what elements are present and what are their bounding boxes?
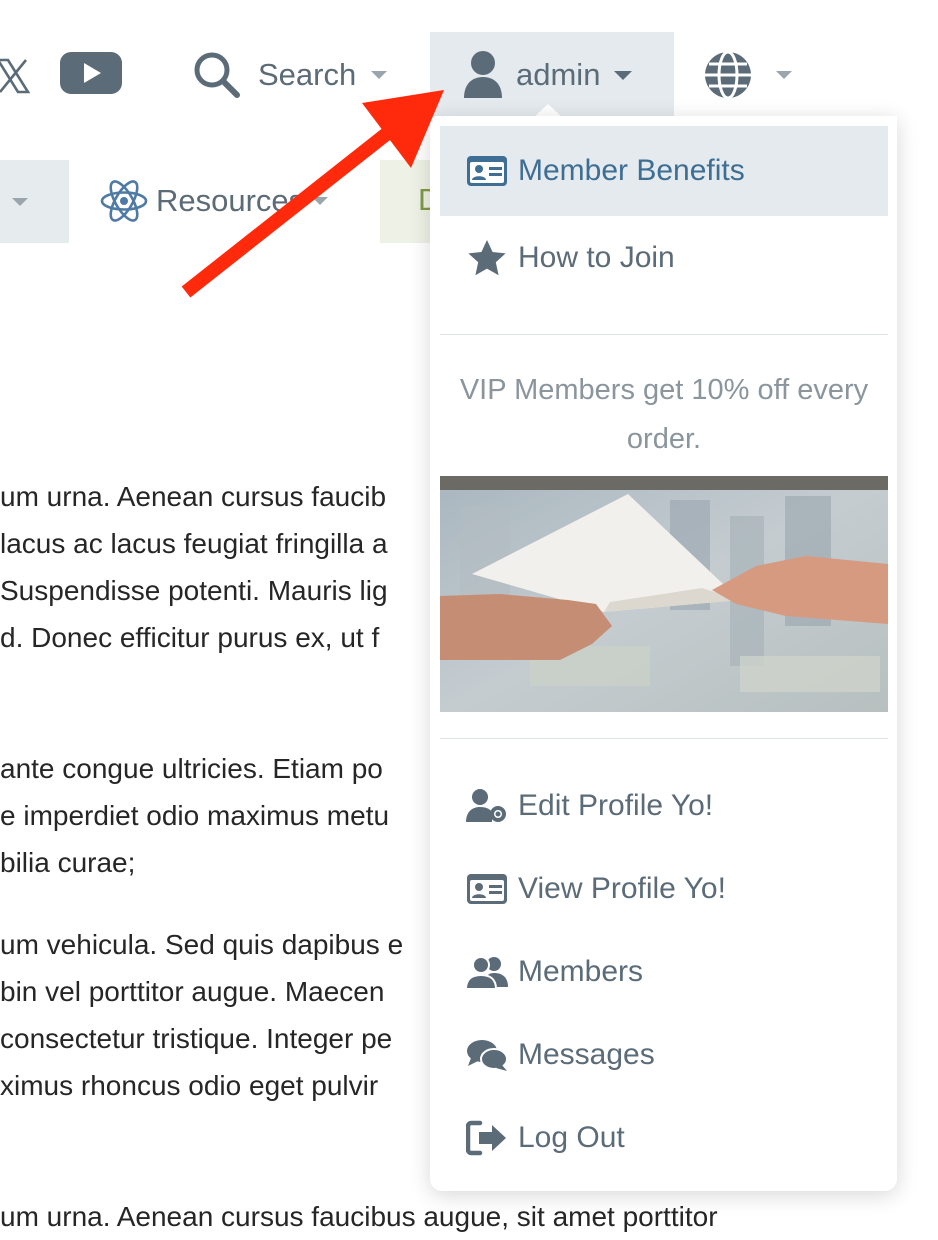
menu-item-members[interactable]: Members — [440, 932, 888, 1012]
menu-divider — [440, 334, 888, 335]
text-line: e imperdiet odio maximus metu — [0, 800, 390, 831]
text-line: consectetur tristique. Integer pe — [0, 1023, 393, 1054]
nav-item-resources[interactable]: Resources — [100, 176, 329, 226]
users-icon — [466, 952, 508, 992]
user-gear-icon — [466, 786, 508, 826]
caret-down-icon — [614, 70, 633, 80]
youtube-icon[interactable] — [60, 52, 122, 94]
text-line: um urna. Aenean cursus faucibus augue, s… — [0, 1201, 718, 1232]
menu-item-member-benefits[interactable]: Member Benefits — [440, 126, 888, 216]
text-line: ante congue ultricies. Etiam po — [0, 753, 383, 784]
text-line: d. Donec efficitur purus ex, ut f — [0, 622, 380, 653]
search-menu[interactable]: Search — [192, 50, 388, 100]
caret-down-icon — [776, 71, 792, 79]
paragraph: um vehicula. Sed quis dapibus e bin vel … — [0, 921, 403, 1109]
top-navbar: Search admin — [0, 0, 938, 120]
caret-down-icon — [312, 197, 329, 205]
star-icon — [466, 238, 508, 278]
id-card-icon — [466, 151, 508, 191]
x-icon[interactable] — [0, 58, 31, 94]
search-icon — [192, 50, 242, 100]
id-card-icon — [466, 869, 508, 909]
menu-item-log-out[interactable]: Log Out — [440, 1098, 888, 1178]
menu-item-label: Edit Profile Yo! — [518, 789, 714, 822]
user-dropdown-menu: Member Benefits How to Join VIP Members … — [430, 116, 897, 1191]
menu-item-messages[interactable]: Messages — [440, 1015, 888, 1095]
paragraph: um urna. Aenean cursus faucib lacus ac l… — [0, 473, 388, 661]
text-line: lacus ac lacus feugiat fringilla a — [0, 528, 388, 559]
menu-item-label: How to Join — [518, 241, 675, 274]
menu-item-label: Log Out — [518, 1121, 625, 1154]
user-icon — [462, 50, 504, 100]
promo-text: VIP Members get 10% off every order. — [459, 374, 869, 455]
menu-item-label: Member Benefits — [518, 154, 745, 187]
menu-item-label: View Profile Yo! — [518, 872, 726, 905]
paragraph: ante congue ultricies. Etiam po e imperd… — [0, 745, 389, 886]
nav-item-resources-label: Resources — [156, 183, 305, 218]
search-label: Search — [258, 57, 357, 92]
language-menu[interactable] — [702, 48, 802, 102]
caret-down-icon — [12, 198, 28, 206]
sign-out-icon — [466, 1118, 508, 1158]
text-line: bin vel porttitor augue. Maecen — [0, 976, 385, 1007]
caret-down-icon — [371, 71, 388, 79]
atom-icon — [100, 177, 148, 225]
text-line: um urna. Aenean cursus faucib — [0, 481, 387, 512]
menu-divider — [440, 738, 888, 739]
menu-item-view-profile[interactable]: View Profile Yo! — [440, 849, 888, 929]
user-label: admin — [516, 57, 601, 92]
menu-item-edit-profile[interactable]: Edit Profile Yo! — [440, 766, 888, 846]
globe-icon — [702, 49, 754, 101]
text-line: bilia curae; — [0, 847, 136, 878]
menu-item-how-to-join[interactable]: How to Join — [440, 216, 888, 300]
menu-item-label: Members — [518, 955, 644, 988]
text-line: Suspendisse potenti. Mauris lig — [0, 575, 388, 606]
promo-image — [440, 476, 888, 712]
text-line: ximus rhoncus odio eget pulvir — [0, 1070, 379, 1101]
menu-item-label: Messages — [518, 1038, 655, 1071]
paragraph: um urna. Aenean cursus faucibus augue, s… — [0, 1193, 718, 1240]
text-line: um vehicula. Sed quis dapibus e — [0, 929, 404, 960]
nav-item-partial[interactable] — [0, 160, 69, 243]
comments-icon — [466, 1035, 508, 1075]
